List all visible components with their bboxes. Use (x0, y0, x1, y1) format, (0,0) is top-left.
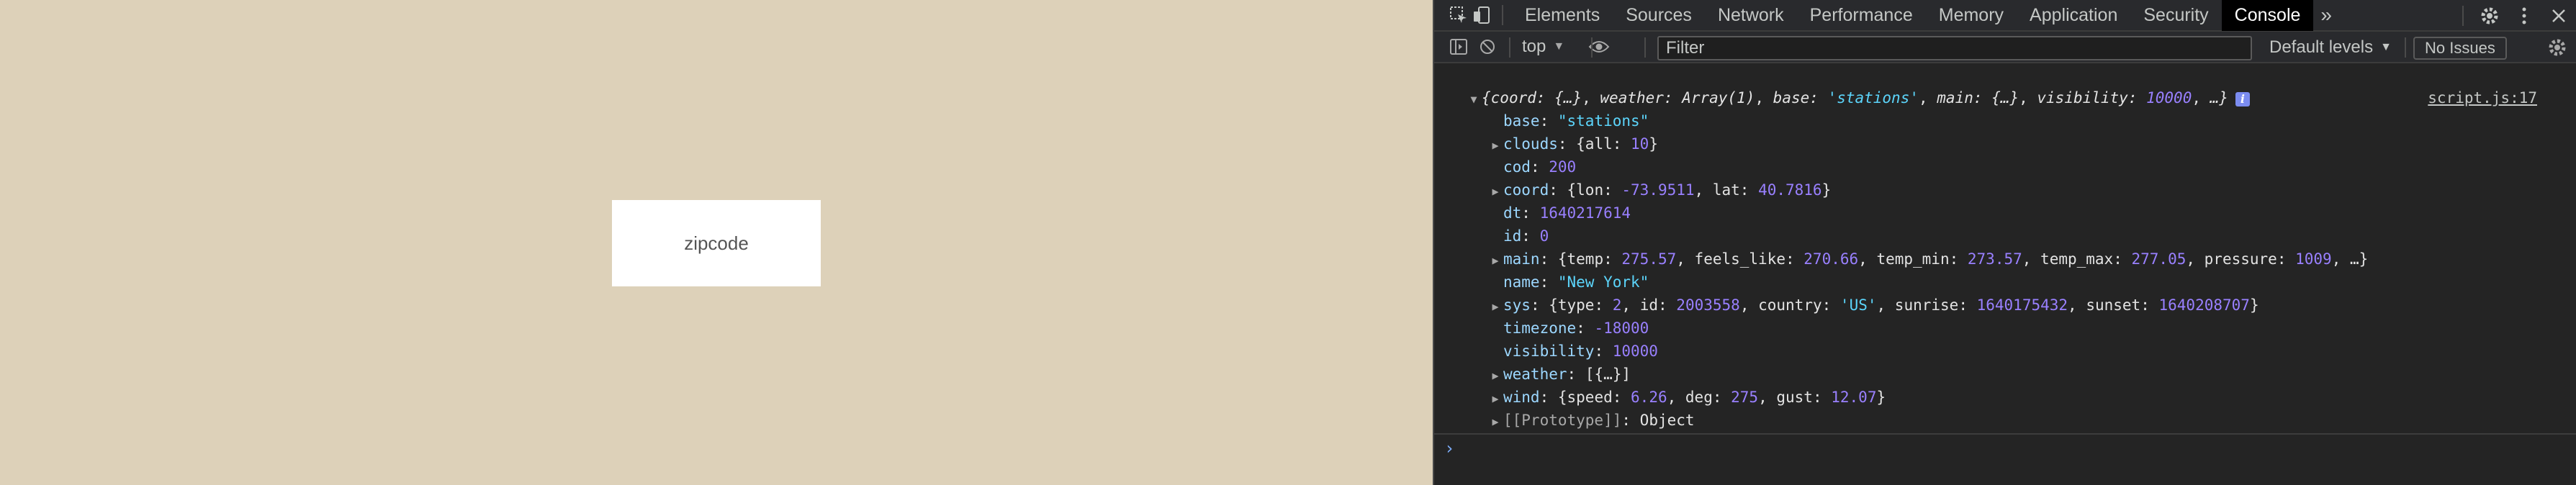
more-tabs-button[interactable]: » (2313, 4, 2339, 27)
prop-clouds[interactable]: ▶ clouds: {all: 10} (1434, 132, 2576, 155)
log-levels-dropdown[interactable]: Default levels ▼ (2269, 32, 2392, 63)
collapsed-triangle-icon[interactable]: ▶ (1487, 387, 1503, 410)
log-levels-label: Default levels (2269, 37, 2374, 57)
divider (2462, 6, 2464, 26)
caret-down-icon: ▼ (1553, 40, 1565, 53)
collapsed-triangle-icon[interactable]: ▶ (1487, 295, 1503, 318)
prop-prototype[interactable]: ▶ [[Prototype]]: Object (1434, 409, 2576, 432)
collapsed-triangle-icon[interactable]: ▶ (1487, 134, 1503, 157)
prop-wind[interactable]: ▶ wind: {speed: 6.26, deg: 275, gust: 12.… (1434, 386, 2576, 409)
sidebar-toggle-icon[interactable] (1444, 32, 1473, 61)
kebab-menu-icon[interactable] (2507, 4, 2541, 27)
tab-performance[interactable]: Performance (1797, 0, 1926, 31)
prop-timezone: timezone: -18000 (1503, 319, 1649, 337)
tab-application[interactable]: Application (2017, 0, 2130, 31)
live-expression-icon[interactable] (1585, 32, 1613, 61)
console-prompt[interactable]: › (1434, 433, 2576, 462)
context-selector[interactable]: top ▼ (1515, 37, 1572, 57)
prop-visibility: visibility: 10000 (1503, 343, 1658, 360)
collapsed-triangle-icon[interactable]: ▶ (1487, 364, 1503, 387)
tab-network[interactable]: Network (1705, 0, 1797, 31)
prompt-chevron-icon: › (1444, 438, 1455, 458)
gear-icon[interactable] (2472, 4, 2507, 27)
prop-id: id: 0 (1503, 227, 1549, 245)
collapsed-triangle-icon[interactable]: ▶ (1487, 249, 1503, 272)
divider (1509, 37, 1510, 58)
context-label: top (1522, 37, 1546, 56)
prop-cod: cod: 200 (1503, 158, 1577, 176)
prop-weather[interactable]: ▶ weather: [{…}] (1434, 363, 2576, 386)
console-settings-gear-icon[interactable] (2543, 33, 2572, 62)
collapsed-triangle-icon[interactable]: ▶ (1487, 180, 1503, 203)
devtools-tabbar: Elements Sources Network Performance Mem… (1434, 0, 2576, 32)
devtools-panel: Elements Sources Network Performance Mem… (1433, 0, 2576, 485)
caret-down-icon: ▼ (2380, 41, 2392, 53)
divider (1591, 37, 1593, 58)
zipcode-input[interactable] (612, 200, 821, 286)
info-icon[interactable]: i (2235, 92, 2250, 106)
prop-name: name: "New York" (1503, 273, 1649, 291)
log-object-summary[interactable]: ▼ {coord: {…}, weather: Array(1), base: '… (1434, 86, 2576, 109)
device-toggle-icon[interactable] (1470, 4, 1493, 27)
devtools-actions (2454, 0, 2576, 32)
issues-button[interactable]: No Issues (2413, 37, 2507, 60)
close-icon[interactable] (2541, 4, 2576, 27)
console-output: ▼ {coord: {…}, weather: Array(1), base: '… (1434, 65, 2576, 485)
prop-sys[interactable]: ▶ sys: {type: 2, id: 2003558, country: 'U… (1434, 294, 2576, 317)
prop-coord[interactable]: ▶ coord: {lon: -73.9511, lat: 40.7816} (1434, 178, 2576, 201)
divider (2405, 37, 2406, 58)
divider (1644, 37, 1646, 58)
tab-sources[interactable]: Sources (1613, 0, 1705, 31)
filter-input[interactable] (1657, 36, 2252, 60)
tab-memory[interactable]: Memory (1926, 0, 2017, 31)
tab-security[interactable]: Security (2130, 0, 2221, 31)
prop-dt: dt: 1640217614 (1503, 204, 1631, 222)
prop-main[interactable]: ▶ main: {temp: 275.57, feels_like: 270.66… (1434, 248, 2576, 271)
inspect-icon[interactable] (1447, 4, 1470, 27)
console-toolbar: top ▼ Default levels ▼ No Issues (1434, 32, 2576, 63)
divider (1502, 5, 1503, 25)
page-viewport (0, 0, 1433, 485)
expanded-triangle-icon[interactable]: ▼ (1466, 88, 1482, 111)
tab-console[interactable]: Console (2221, 0, 2314, 31)
tab-elements[interactable]: Elements (1512, 0, 1613, 31)
source-link[interactable]: script.js:17 (2428, 86, 2537, 109)
collapsed-triangle-icon[interactable]: ▶ (1487, 410, 1503, 433)
prop-base: base: "stations" (1503, 112, 1649, 130)
clear-console-icon[interactable] (1473, 32, 1502, 61)
